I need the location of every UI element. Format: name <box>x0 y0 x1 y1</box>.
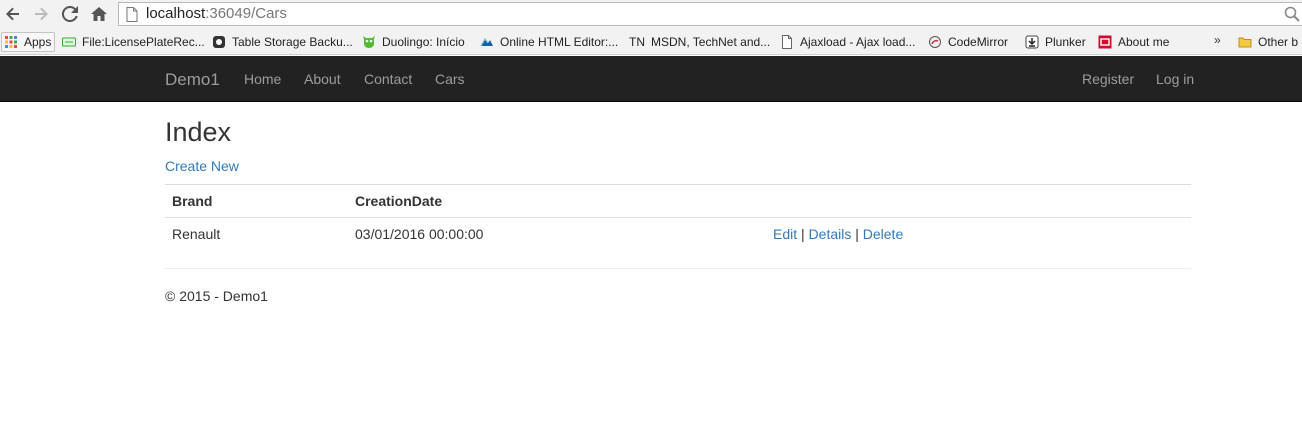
duolingo-owl-icon <box>363 36 375 48</box>
home-button[interactable] <box>88 3 110 25</box>
back-arrow-icon <box>6 7 19 21</box>
reload-button[interactable] <box>59 3 81 25</box>
codemirror-icon <box>929 36 941 48</box>
column-header-creation-date: CreationDate <box>348 184 766 218</box>
brand-link[interactable]: Demo1 <box>165 70 220 90</box>
back-button[interactable] <box>2 3 24 25</box>
technet-icon: TN <box>629 35 645 49</box>
edit-link[interactable]: Edit <box>773 226 797 242</box>
bookmark-plunker[interactable]: Plunker <box>1025 32 1086 52</box>
site-navbar: Demo1 Home About Contact Cars Register L… <box>0 56 1302 102</box>
bookmark-label: File:LicensePlateRec... <box>82 35 205 49</box>
page-icon <box>782 35 792 49</box>
cell-actions: Edit | Details | Delete <box>766 218 1191 251</box>
table-row: Renault 03/01/2016 00:00:00 Edit | Detai… <box>165 218 1191 251</box>
bookmark-label: Online HTML Editor:... <box>500 35 619 49</box>
folder-icon <box>1238 37 1252 48</box>
bookmark-label: Plunker <box>1045 35 1086 49</box>
plunker-icon <box>1025 35 1039 49</box>
create-new-link[interactable]: Create New <box>165 158 239 174</box>
bookmark-label: MSDN, TechNet and... <box>651 35 771 49</box>
url-text[interactable]: localhost:36049/Cars <box>146 5 287 22</box>
reload-icon <box>62 6 78 22</box>
apps-grid-icon <box>5 36 17 48</box>
bookmark-label: Table Storage Backu... <box>232 35 353 49</box>
cars-table: Brand CreationDate Renault 03/01/2016 00… <box>165 184 1191 251</box>
forward-button[interactable] <box>30 3 52 25</box>
bookmark-label: Other b <box>1258 35 1299 49</box>
bookmark-other[interactable]: Other b <box>1238 32 1298 52</box>
nav-cars[interactable]: Cars <box>435 71 465 87</box>
column-header-brand: Brand <box>165 184 348 218</box>
address-bar[interactable]: localhost:36049/Cars <box>118 2 1302 26</box>
bookmark-label: Ajaxload - Ajax load... <box>800 35 916 49</box>
cell-brand: Renault <box>172 226 221 243</box>
action-separator: | <box>801 226 805 243</box>
nav-login[interactable]: Log in <box>1156 71 1194 87</box>
bookmarks-bar: Apps File:LicensePlateRec... Table Stora… <box>0 28 1302 55</box>
bookmark-label: About me <box>1118 35 1170 49</box>
license-plate-icon <box>62 37 76 47</box>
home-icon <box>91 7 107 21</box>
page-icon <box>126 7 138 22</box>
nav-register[interactable]: Register <box>1082 71 1134 87</box>
bookmark-codemirror[interactable]: CodeMirror <box>928 32 1008 52</box>
page-title: Index <box>165 117 232 147</box>
url-host: localhost <box>146 5 206 22</box>
cell-creation-date: 03/01/2016 00:00:00 <box>355 226 484 243</box>
details-link[interactable]: Details <box>809 226 852 242</box>
table-header-row: Brand CreationDate <box>165 184 1191 218</box>
browser-toolbar: localhost:36049/Cars <box>0 0 1302 28</box>
footer-text: © 2015 - Demo1 <box>165 288 268 304</box>
forward-arrow-icon <box>35 7 48 21</box>
bookmark-html-editor[interactable]: Online HTML Editor:... <box>480 32 618 52</box>
zoom-icon[interactable] <box>1284 6 1300 22</box>
bookmark-apps[interactable]: Apps <box>1 32 56 52</box>
bookmark-label: Apps <box>24 35 52 49</box>
delete-link[interactable]: Delete <box>863 226 903 242</box>
nav-about[interactable]: About <box>304 71 341 87</box>
bookmark-duolingo[interactable]: Duolingo: Início <box>362 32 465 52</box>
footer-divider <box>165 268 1191 269</box>
nav-home[interactable]: Home <box>244 71 281 87</box>
bookmark-table-storage[interactable]: Table Storage Backu... <box>212 32 353 52</box>
url-path: :36049/Cars <box>205 5 287 22</box>
bookmark-msdn-technet[interactable]: TN MSDN, TechNet and... <box>629 32 770 52</box>
column-header-actions <box>766 184 1191 218</box>
bookmark-label: CodeMirror <box>948 35 1009 49</box>
nav-contact[interactable]: Contact <box>364 71 412 87</box>
table-storage-icon <box>213 36 225 48</box>
bookmark-about-me[interactable]: About me <box>1098 32 1169 52</box>
html-editor-icon <box>480 37 493 47</box>
bookmark-ajaxload[interactable]: Ajaxload - Ajax load... <box>780 32 915 52</box>
action-separator: | <box>855 226 859 243</box>
aboutme-icon <box>1098 35 1112 49</box>
bookmark-license-plate[interactable]: File:LicensePlateRec... <box>62 32 205 52</box>
bookmarks-overflow-chevron-icon[interactable]: » <box>1214 33 1221 47</box>
bookmark-label: Duolingo: Início <box>382 35 465 49</box>
